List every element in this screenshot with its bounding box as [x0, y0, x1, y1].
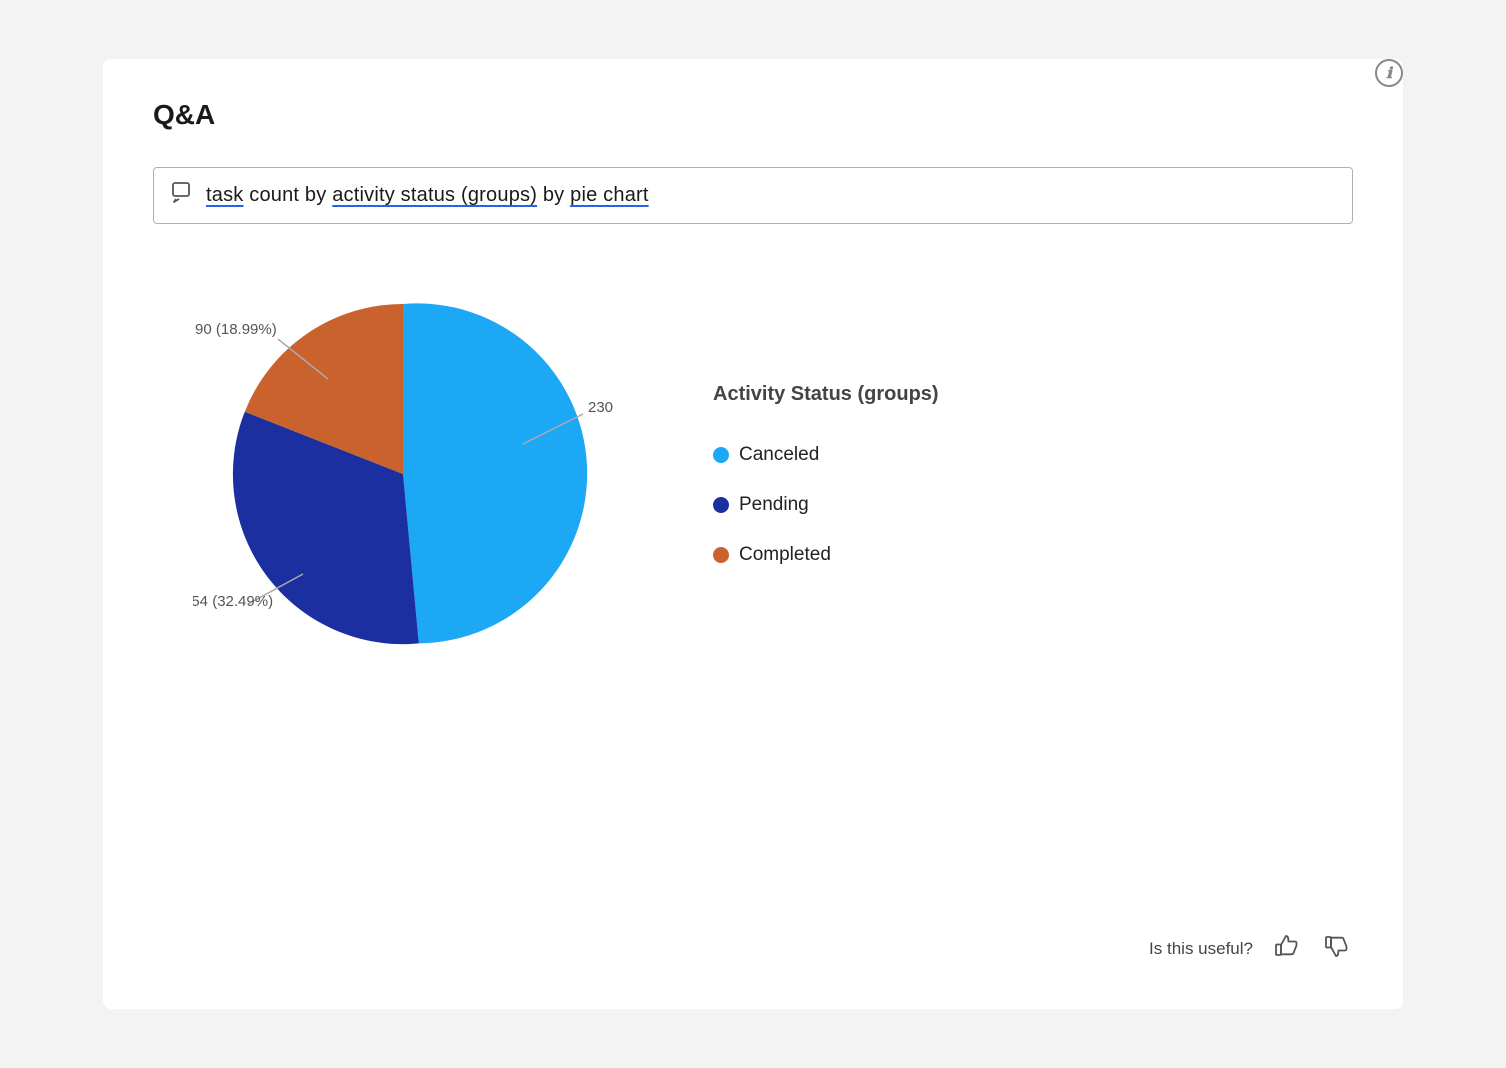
query-word-pie-chart: pie chart [570, 184, 649, 206]
legend-label-canceled: Canceled [739, 444, 819, 466]
legend-title: Activity Status (groups) [713, 383, 939, 406]
callout-label-completed: 90 (18.99%) [195, 321, 277, 338]
legend-item-pending: Pending [713, 494, 939, 516]
feedback-footer: Is this useful? [1149, 929, 1353, 969]
main-card: ℹ Q&A task count by activity status (gro… [103, 59, 1403, 1009]
query-word-activity-status: activity status (groups) [332, 184, 537, 206]
legend-item-completed: Completed [713, 544, 939, 566]
legend-dot-completed [713, 547, 729, 563]
legend-label-completed: Completed [739, 544, 831, 566]
chart-area: 230 (48.52%) 90 (18.99%) 154 (32.49%) Ac… [153, 264, 1353, 684]
pie-segment-canceled[interactable] [403, 303, 587, 643]
chart-legend: Activity Status (groups) Canceled Pendin… [713, 383, 939, 566]
callout-label-pending: 154 (32.49%) [193, 593, 273, 610]
legend-dot-canceled [713, 447, 729, 463]
callout-label-canceled: 230 (48.52%) [588, 399, 613, 416]
feedback-label: Is this useful? [1149, 939, 1253, 959]
page-title: Q&A [153, 99, 1353, 131]
legend-label-pending: Pending [739, 494, 809, 516]
info-icon[interactable]: ℹ [1375, 59, 1403, 87]
legend-item-canceled: Canceled [713, 444, 939, 466]
thumbs-down-button[interactable] [1319, 929, 1353, 969]
legend-dot-pending [713, 497, 729, 513]
query-word-task: task [206, 184, 243, 206]
pie-chart: 230 (48.52%) 90 (18.99%) 154 (32.49%) [193, 264, 613, 684]
chat-icon [172, 182, 194, 209]
thumbs-up-button[interactable] [1269, 929, 1303, 969]
search-box[interactable]: task count by activity status (groups) b… [153, 167, 1353, 224]
search-query-text: task count by activity status (groups) b… [206, 184, 649, 207]
